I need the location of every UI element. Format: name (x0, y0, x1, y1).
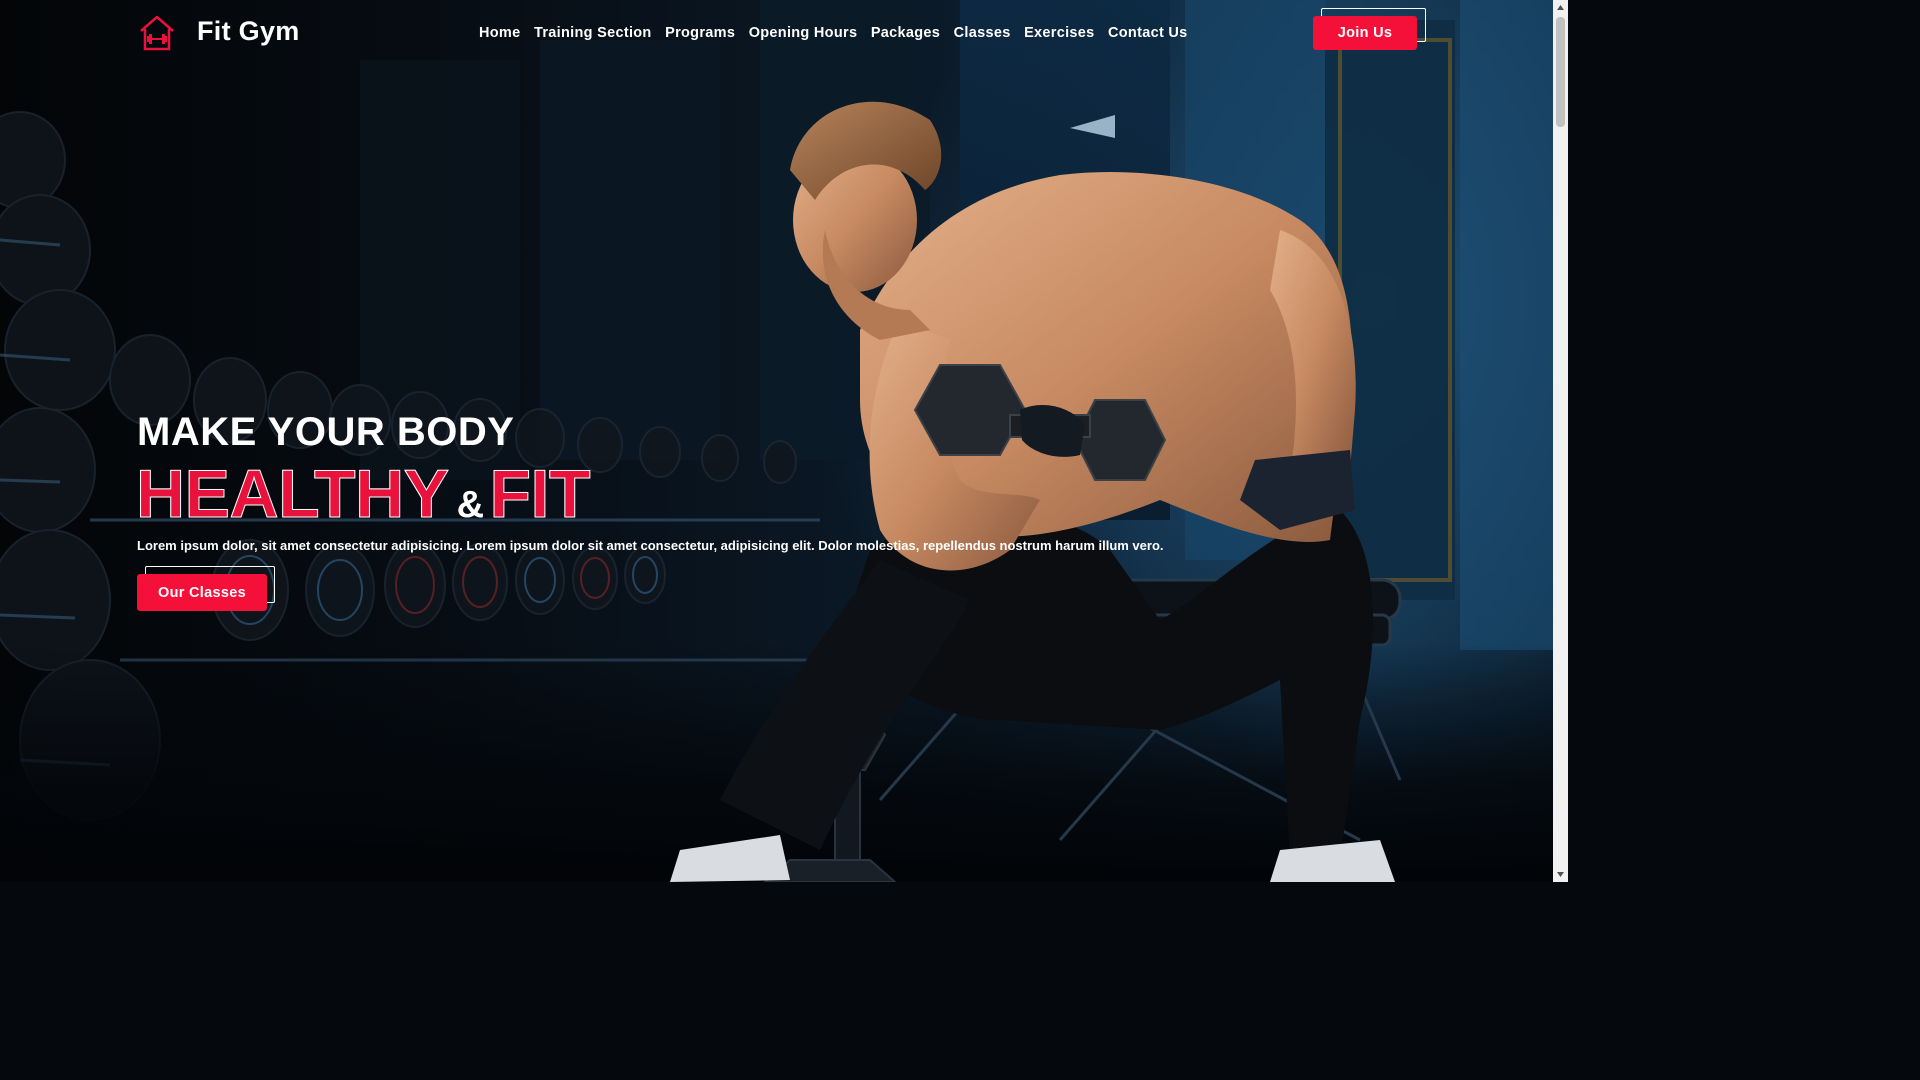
nav-item-classes[interactable]: Classes (954, 25, 1011, 41)
hero-headline-line1: MAKE YOUR BODY (137, 410, 515, 454)
nav-item-opening-hours[interactable]: Opening Hours (749, 25, 858, 41)
join-us-container: Join Us (1313, 8, 1426, 50)
scroll-down-icon[interactable] (1556, 870, 1565, 879)
brand-name[interactable]: Fit Gym (197, 16, 300, 47)
main-menu: Home Training Section Programs Opening H… (479, 25, 1201, 41)
join-us-button[interactable]: Join Us (1313, 16, 1417, 50)
our-classes-button[interactable]: Our Classes (137, 574, 267, 611)
hero-description: Lorem ipsum dolor, sit amet consectetur … (137, 538, 1164, 553)
our-classes-container: Our Classes (137, 566, 275, 611)
hero-word-healthy: HEALTHY (136, 456, 450, 532)
nav-item-exercises[interactable]: Exercises (1024, 25, 1094, 41)
page-scrollbar[interactable] (1553, 0, 1568, 882)
hero-ampersand: & (456, 484, 484, 526)
nav-item-programs[interactable]: Programs (665, 25, 735, 41)
nav-item-training-section[interactable]: Training Section (534, 25, 652, 41)
nav-item-home[interactable]: Home (479, 25, 521, 41)
scroll-up-icon[interactable] (1556, 3, 1565, 12)
navbar: Fit Gym Home Training Section Programs O… (0, 0, 1553, 68)
athlete-image (670, 101, 1402, 882)
scroll-thumb[interactable] (1556, 17, 1565, 127)
dumbbell-house-icon[interactable] (138, 14, 176, 52)
nav-item-packages[interactable]: Packages (871, 25, 940, 41)
hero-word-fit: FIT (489, 456, 591, 532)
hero-headline-line2: HEALTHY &FIT (136, 456, 591, 541)
nav-item-contact-us[interactable]: Contact Us (1108, 25, 1188, 41)
